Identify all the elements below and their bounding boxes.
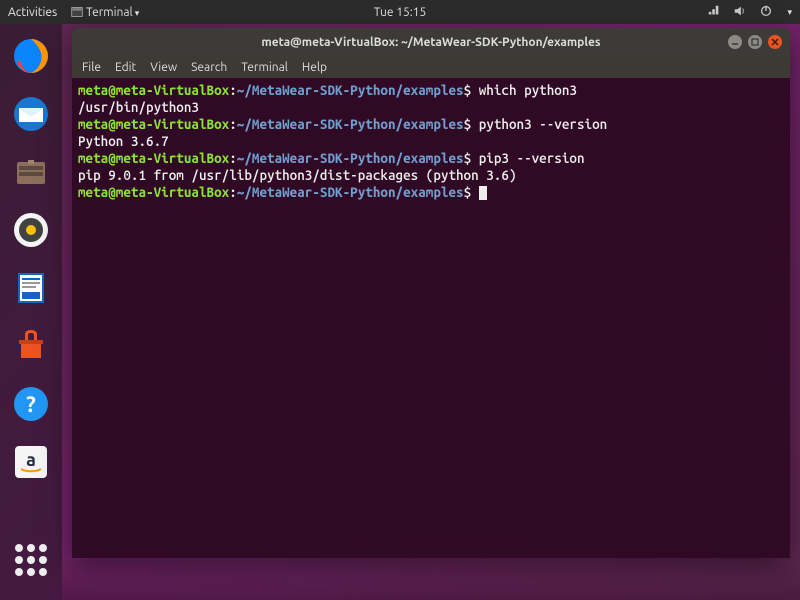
power-icon[interactable] bbox=[759, 4, 773, 21]
svg-text:a: a bbox=[26, 450, 36, 470]
volume-icon[interactable] bbox=[733, 4, 747, 21]
gnome-topbar: Activities Terminal▾ Tue 15:15 ▾ bbox=[0, 0, 800, 24]
app-menu[interactable]: Terminal▾ bbox=[71, 6, 139, 19]
dock: ? a bbox=[0, 24, 62, 600]
window-title: meta@meta-VirtualBox: ~/MetaWear-SDK-Pyt… bbox=[261, 36, 600, 49]
window-titlebar[interactable]: meta@meta-VirtualBox: ~/MetaWear-SDK-Pyt… bbox=[72, 28, 790, 56]
close-button[interactable] bbox=[768, 35, 782, 49]
menu-search[interactable]: Search bbox=[191, 61, 227, 74]
menu-help[interactable]: Help bbox=[302, 61, 327, 74]
amazon-icon[interactable]: a bbox=[7, 438, 55, 486]
activities-button[interactable]: Activities bbox=[8, 6, 57, 19]
network-icon[interactable] bbox=[707, 4, 721, 21]
clock[interactable]: Tue 15:15 bbox=[374, 6, 427, 19]
firefox-icon[interactable] bbox=[7, 32, 55, 80]
software-icon[interactable] bbox=[7, 322, 55, 370]
menu-view[interactable]: View bbox=[150, 61, 177, 74]
rhythmbox-icon[interactable] bbox=[7, 206, 55, 254]
help-icon[interactable]: ? bbox=[7, 380, 55, 428]
files-icon[interactable] bbox=[7, 148, 55, 196]
minimize-button[interactable] bbox=[728, 35, 742, 49]
thunderbird-icon[interactable] bbox=[7, 90, 55, 138]
maximize-button[interactable] bbox=[748, 35, 762, 49]
terminal-window: meta@meta-VirtualBox: ~/MetaWear-SDK-Pyt… bbox=[72, 28, 790, 558]
svg-text:?: ? bbox=[26, 392, 36, 417]
menu-edit[interactable]: Edit bbox=[115, 61, 136, 74]
show-applications-icon[interactable] bbox=[7, 536, 55, 584]
menu-terminal[interactable]: Terminal bbox=[241, 61, 288, 74]
system-menu-chevron-icon[interactable]: ▾ bbox=[787, 7, 792, 18]
desktop-background bbox=[62, 560, 800, 600]
terminal-body[interactable]: meta@meta-VirtualBox:~/MetaWear-SDK-Pyth… bbox=[72, 78, 790, 558]
menubar: File Edit View Search Terminal Help bbox=[72, 56, 790, 78]
menu-file[interactable]: File bbox=[82, 61, 101, 74]
cursor-icon bbox=[479, 186, 487, 200]
writer-icon[interactable] bbox=[7, 264, 55, 312]
